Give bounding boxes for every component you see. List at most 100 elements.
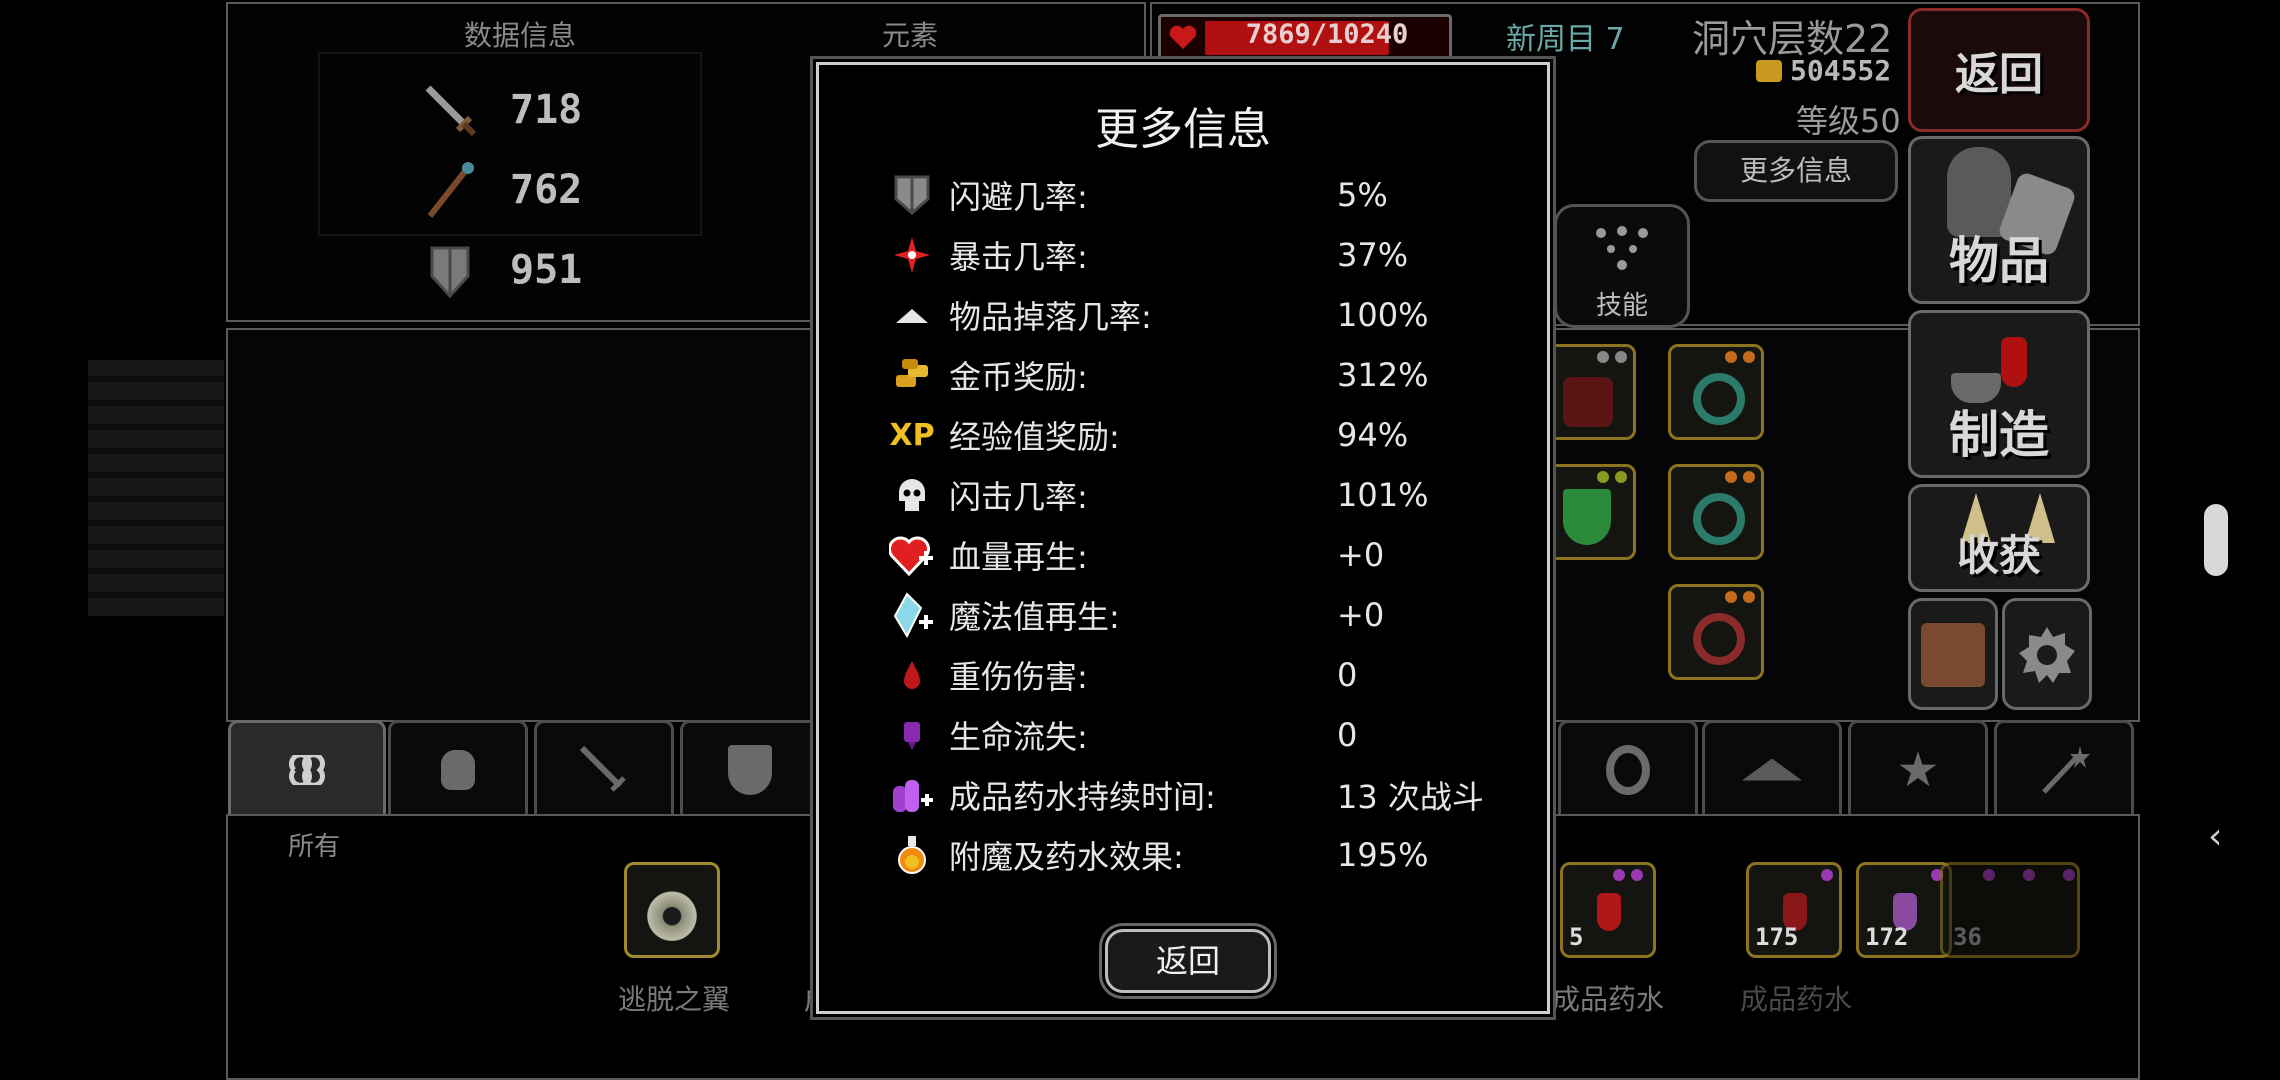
row-label: 暴击几率: (949, 238, 1088, 276)
gold-coins-icon (889, 352, 935, 398)
more-info-button[interactable]: 更多信息 (1694, 140, 1898, 202)
row-value: 195% (1337, 836, 1429, 874)
row-dodge: 闪避几率: 5% (889, 165, 1509, 225)
row-xp: XP 经验值奖励: 94% (889, 405, 1509, 465)
harvest-menu-button[interactable]: 收获 (1908, 484, 2090, 592)
tab-weapon[interactable] (534, 720, 674, 816)
row-value: +0 (1337, 596, 1385, 634)
hp-text: 7869/10240 (1245, 19, 1409, 50)
tab-bag[interactable] (388, 720, 528, 816)
blood-drop-icon (889, 652, 935, 698)
sword-icon (425, 85, 477, 137)
elements-header-label[interactable]: 元素 (882, 14, 938, 54)
row-hp-regen: 血量再生: +0 (889, 525, 1509, 585)
skill-label: 技能 (1595, 291, 1648, 321)
mana-crystal-plus-icon (889, 592, 935, 638)
new-cycle-label: 新周目 7 (1506, 22, 1625, 57)
ring-tab-icon (1606, 744, 1650, 795)
stat-magic: 762 (420, 160, 582, 220)
inventory-potion-red-2[interactable]: 175 (1746, 862, 1842, 958)
sword-tab-icon (579, 745, 626, 792)
row-label: 经验值奖励: (949, 418, 1120, 456)
row-label: 金币奖励: (949, 358, 1088, 396)
drain-vial-icon (889, 712, 935, 758)
craft-menu-label: 制造 (1949, 406, 2049, 464)
row-value: 94% (1337, 416, 1409, 454)
row-potion-duration: 成品药水持续时间: 13 次战斗 (889, 765, 1509, 825)
craft-menu-button[interactable]: 制造 (1908, 310, 2090, 478)
row-label: 魔法值再生: (949, 598, 1120, 636)
row-label: 附魔及药水效果: (949, 838, 1184, 876)
tab-favorite[interactable]: ★ (1848, 720, 1988, 816)
attack-value: 718 (510, 87, 583, 133)
book-button[interactable] (1908, 598, 1998, 710)
row-flash: 闪击几率: 101% (889, 465, 1509, 525)
equip-slot-gloves[interactable] (1540, 344, 1636, 440)
gold-icon (1756, 59, 1782, 82)
harvest-menu-label: 收获 (1956, 531, 2041, 580)
staff-icon (427, 162, 474, 218)
gold-display: 504552 (1756, 54, 1891, 87)
equip-slot-ring-3[interactable] (1668, 584, 1764, 680)
stat-defense: 951 (420, 240, 582, 300)
row-value: 5% (1337, 176, 1388, 214)
dialog-title: 更多信息 (1095, 104, 1271, 155)
back-menu-button[interactable]: 返回 (1908, 8, 2090, 132)
stone-wall-texture (88, 360, 224, 616)
inventory-potion-purple[interactable]: 172 (1856, 862, 1952, 958)
dust-pile-icon (889, 292, 935, 338)
wings-icon (641, 879, 703, 941)
row-enchant-effect: 附魔及药水效果: 195% (889, 825, 1509, 885)
row-value: +0 (1337, 536, 1385, 574)
row-value: 0 (1337, 656, 1358, 694)
row-life-drain: 生命流失: 0 (889, 705, 1509, 765)
heart-icon (1169, 25, 1197, 49)
inventory-item-wings[interactable] (624, 862, 720, 958)
row-value: 312% (1337, 356, 1429, 394)
tab-magic[interactable] (1994, 720, 2134, 816)
item-count: 175 (1755, 923, 1799, 951)
dialog-back-button[interactable]: 返回 (1105, 929, 1271, 993)
scroll-handle[interactable] (2204, 504, 2228, 576)
bag-icon (441, 749, 475, 790)
row-label: 物品掉落几率: (949, 298, 1152, 336)
tab-material[interactable] (1702, 720, 1842, 816)
chevron-left-icon[interactable]: ‹ (2208, 816, 2222, 857)
row-heavy-wound: 重伤伤害: 0 (889, 645, 1509, 705)
equip-slot-ring-2[interactable] (1668, 464, 1764, 560)
xp-icon: XP (889, 412, 935, 458)
skill-tree-icon (1596, 226, 1648, 270)
row-value: 13 次战斗 (1337, 778, 1484, 816)
row-label: 重伤伤害: (949, 658, 1088, 696)
row-label: 闪击几率: (949, 478, 1088, 516)
tab-ring[interactable] (1558, 720, 1698, 816)
xp-icon-text: XP (889, 417, 935, 453)
level-label: 等级50 (1796, 102, 1901, 140)
equip-slot-ring-1[interactable] (1668, 344, 1764, 440)
items-menu-button[interactable]: 物品 (1908, 136, 2090, 304)
potion-craft-icon (2001, 337, 2027, 387)
row-crit: 暴击几率: 37% (889, 225, 1509, 285)
tab-all[interactable] (228, 720, 386, 816)
book-icon (1921, 623, 1985, 687)
heart-plus-icon (889, 532, 935, 578)
inventory-potion-red-label: 成品药水 (1552, 983, 1665, 1016)
settings-button[interactable] (2002, 598, 2092, 710)
skill-button[interactable]: 技能 (1554, 204, 1690, 328)
row-label: 闪避几率: (949, 178, 1088, 216)
row-value: 37% (1337, 236, 1409, 274)
inventory-potion-red[interactable]: 5 (1560, 862, 1656, 958)
stats-header-label: 数据信息 (464, 19, 577, 52)
infinity-icon (289, 754, 325, 785)
dust-tab-icon (1742, 758, 1802, 781)
inventory-potion-label-2: 成品药水 (1740, 983, 1853, 1016)
inventory-potion-stack[interactable]: 36 (1940, 862, 2080, 958)
row-drop: 物品掉落几率: 100% (889, 285, 1509, 345)
row-value: 101% (1337, 476, 1429, 514)
tab-armor[interactable] (680, 720, 820, 816)
row-value: 100% (1337, 296, 1429, 334)
row-label: 成品药水持续时间: (949, 778, 1216, 816)
equip-slot-shield[interactable] (1540, 464, 1636, 560)
row-value: 0 (1337, 716, 1358, 754)
defense-value: 951 (510, 247, 583, 293)
